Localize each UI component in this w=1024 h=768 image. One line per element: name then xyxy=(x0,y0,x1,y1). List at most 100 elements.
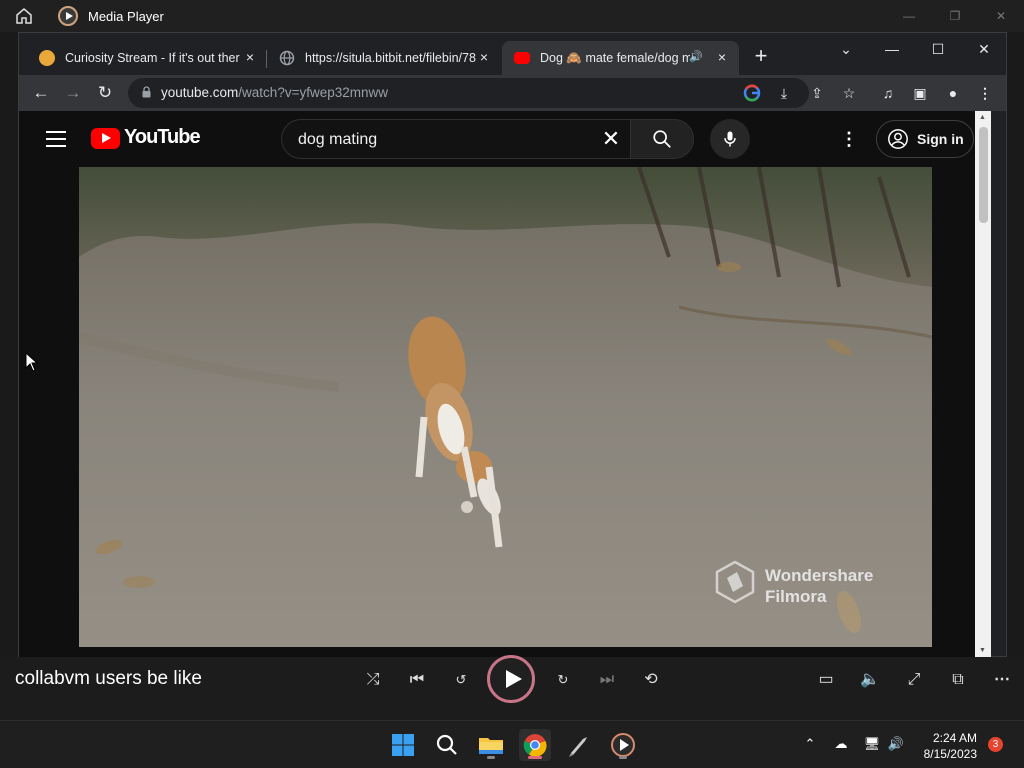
google-lens-icon[interactable] xyxy=(742,83,762,103)
browser-minimize-button[interactable]: — xyxy=(881,38,903,60)
search-button[interactable] xyxy=(630,119,694,159)
more-options-icon[interactable]: ⋮ xyxy=(839,129,859,149)
media-controls-icon[interactable]: ♫ xyxy=(878,83,898,103)
curiosity-stream-favicon-icon xyxy=(39,50,55,66)
tab-close-icon[interactable]: × xyxy=(243,50,257,64)
tab-close-icon[interactable]: × xyxy=(477,50,491,64)
microphone-icon xyxy=(724,131,736,147)
filmora-watermark: Wondershare Filmora xyxy=(765,565,873,607)
tab-label: https://situla.bitbit.net/filebin/78 xyxy=(305,51,476,65)
app-title: Media Player xyxy=(88,9,164,24)
globe-icon xyxy=(279,50,295,66)
voice-search-button[interactable] xyxy=(710,119,750,159)
back-button[interactable]: ← xyxy=(29,81,53,105)
running-indicator xyxy=(619,756,627,759)
bookmark-star-icon[interactable]: ☆ xyxy=(839,83,859,103)
start-button[interactable] xyxy=(387,729,419,761)
volume-icon[interactable]: 🔊 xyxy=(887,735,905,753)
active-indicator xyxy=(528,756,542,759)
tab-close-icon[interactable]: × xyxy=(715,50,729,64)
mouse-cursor-icon xyxy=(25,352,39,372)
clear-search-icon[interactable]: ✕ xyxy=(600,128,622,150)
youtube-logo-icon[interactable] xyxy=(91,128,120,149)
url-text[interactable]: youtube.com/watch?v=yfwep32mnww xyxy=(161,85,388,100)
now-playing-title: collabvm users be like xyxy=(15,668,202,689)
network-icon[interactable]: 🖥 xyxy=(863,735,881,753)
filmora-watermark-icon xyxy=(715,560,755,604)
browser-window: Curiosity Stream - If it's out there × h… xyxy=(18,32,1007,657)
scrollbar-thumb[interactable] xyxy=(979,127,988,223)
browser-toolbar: ← → ↻ youtube.com/watch?v=yfwep32mnww ⤓ … xyxy=(19,75,1006,111)
browser-close-button[interactable]: ✕ xyxy=(973,38,995,60)
windows-logo-icon xyxy=(392,734,414,756)
home-icon[interactable] xyxy=(15,7,33,25)
more-options-icon[interactable]: ⋯ xyxy=(990,668,1014,692)
page-scrollbar[interactable]: ▲ ▼ xyxy=(975,111,991,657)
install-app-icon[interactable]: ⤓ xyxy=(774,83,794,103)
browser-maximize-button[interactable]: ☐ xyxy=(927,38,949,60)
youtube-favicon-icon xyxy=(514,52,530,64)
minimize-button[interactable]: — xyxy=(899,6,919,26)
mini-player-icon[interactable]: ⧉ xyxy=(946,668,970,692)
rocket-icon xyxy=(569,737,587,757)
tab-strip: Curiosity Stream - If it's out there × h… xyxy=(19,33,1006,75)
video-player[interactable]: Wondershare Filmora xyxy=(79,167,932,647)
close-button[interactable]: ✕ xyxy=(991,6,1011,26)
lock-icon[interactable] xyxy=(142,86,151,98)
sign-in-label: Sign in xyxy=(917,131,964,147)
tab-youtube[interactable]: Dog 🙈 mate female/dog m 🔊 × xyxy=(502,41,739,75)
clock[interactable]: 2:24 AM 8/15/2023 xyxy=(915,730,977,762)
tab-label: Dog 🙈 mate female/dog m xyxy=(540,50,690,65)
tab-filebin[interactable]: https://situla.bitbit.net/filebin/78 × xyxy=(267,41,501,75)
play-button[interactable] xyxy=(487,655,535,703)
url-path: /watch?v=yfwep32mnww xyxy=(238,85,388,100)
address-bar[interactable]: youtube.com/watch?v=yfwep32mnww ⤓ xyxy=(128,78,809,108)
fullscreen-icon[interactable]: ⤢ xyxy=(902,668,926,692)
clock-time: 2:24 AM xyxy=(932,731,977,745)
shuffle-icon[interactable]: ⤮ xyxy=(361,668,385,692)
subtitles-icon[interactable]: ▭ xyxy=(814,668,838,692)
app-button[interactable] xyxy=(563,729,595,761)
hamburger-menu-icon[interactable] xyxy=(46,131,66,147)
forward-button[interactable]: → xyxy=(61,81,85,105)
show-hidden-icons-chevron-icon[interactable]: ⌃ xyxy=(801,735,819,753)
tab-curiosity-stream[interactable]: Curiosity Stream - If it's out there × xyxy=(27,41,267,75)
tab-search-chevron-icon[interactable]: ⌄ xyxy=(835,38,857,60)
media-player-titlebar: Media Player — ❐ ✕ xyxy=(0,0,1024,32)
clock-date: 8/15/2023 xyxy=(923,747,977,761)
volume-icon[interactable]: 🔈 xyxy=(858,668,882,692)
file-explorer-button[interactable] xyxy=(475,729,507,761)
repeat-icon[interactable]: ⟲ xyxy=(639,668,663,692)
new-tab-button[interactable]: + xyxy=(750,45,772,68)
previous-track-icon[interactable]: ⏮ xyxy=(405,668,429,692)
search-icon xyxy=(653,130,671,148)
share-icon[interactable]: ⇪ xyxy=(807,83,827,103)
chrome-menu-icon[interactable]: ⋮ xyxy=(975,83,995,103)
running-indicator xyxy=(487,756,495,759)
chrome-button[interactable] xyxy=(519,729,551,761)
audio-playing-icon[interactable]: 🔊 xyxy=(689,50,703,64)
search-query[interactable]: dog mating xyxy=(298,131,377,149)
account-icon xyxy=(888,129,908,149)
search-input[interactable]: dog mating ✕ xyxy=(281,119,631,159)
profile-icon[interactable]: ● xyxy=(943,83,963,103)
scroll-down-icon[interactable]: ▼ xyxy=(979,647,986,654)
youtube-logo-text[interactable]: YouTube xyxy=(124,126,201,149)
rewind-10-icon[interactable]: ↺ xyxy=(449,668,473,692)
next-track-icon[interactable]: ⏭ xyxy=(595,668,619,692)
restore-button[interactable]: ❐ xyxy=(945,6,965,26)
scroll-up-icon[interactable]: ▲ xyxy=(979,114,986,121)
media-player-taskbar-button[interactable] xyxy=(607,729,639,761)
watermark-line1: Wondershare xyxy=(765,566,874,585)
onedrive-icon[interactable]: ☁ xyxy=(832,735,850,753)
forward-30-icon[interactable]: ↻ xyxy=(551,668,575,692)
tab-label: Curiosity Stream - If it's out there xyxy=(65,51,240,65)
watermark-line2: Filmora xyxy=(765,587,827,606)
sign-in-button[interactable]: Sign in xyxy=(876,120,974,158)
media-player-logo xyxy=(58,6,78,26)
search-icon xyxy=(436,734,457,755)
search-button[interactable] xyxy=(431,729,463,761)
side-panel-icon[interactable]: ▣ xyxy=(910,83,930,103)
reload-button[interactable]: ↻ xyxy=(93,81,117,105)
notification-badge[interactable]: 3 xyxy=(988,737,1003,752)
